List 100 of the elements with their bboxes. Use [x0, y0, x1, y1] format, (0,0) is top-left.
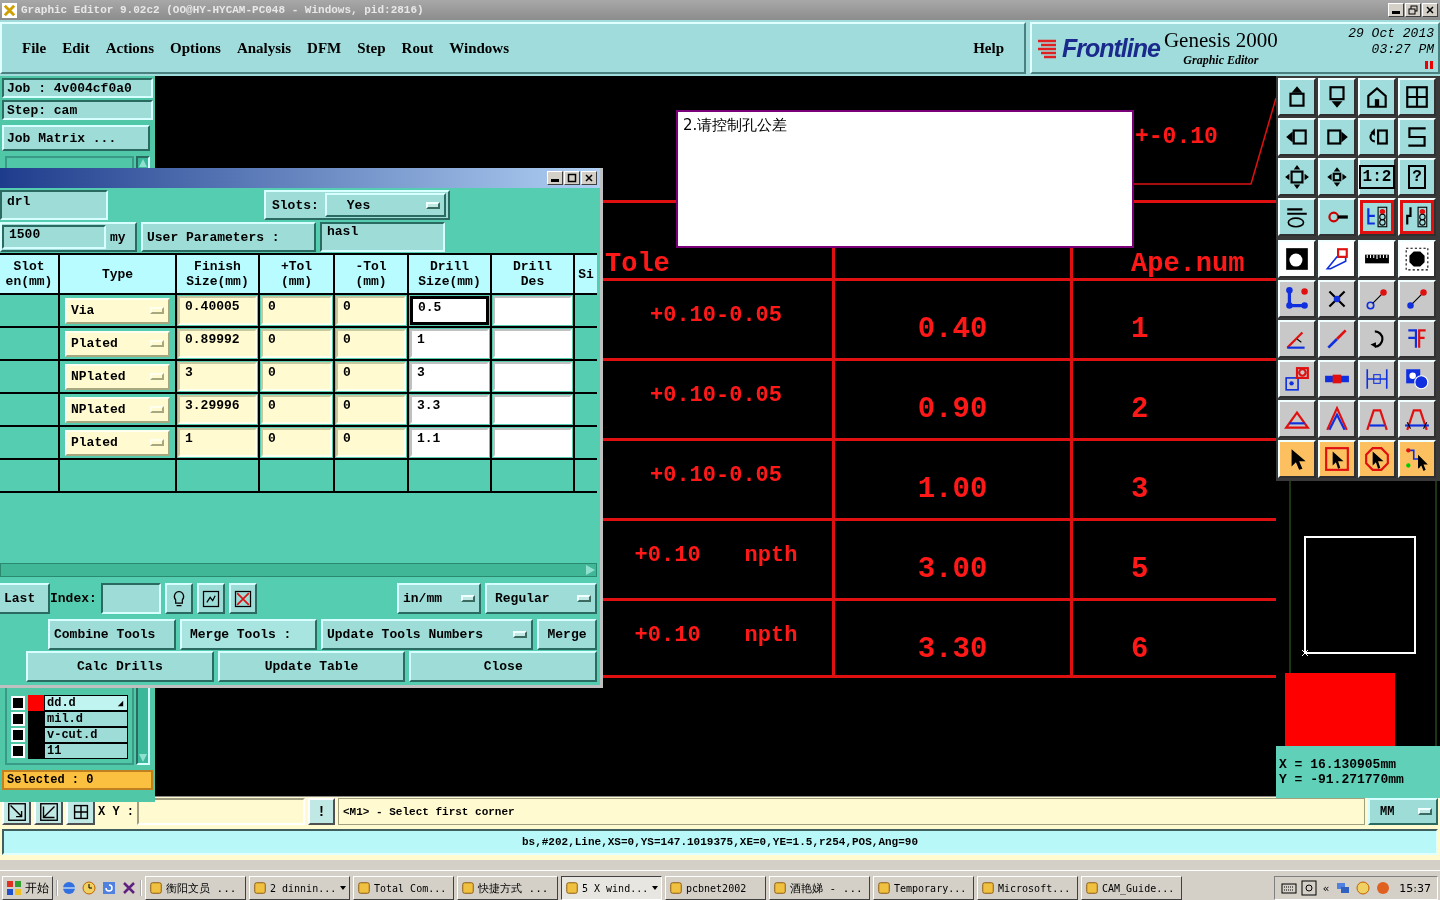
units-dropdown[interactable]: MM: [1368, 798, 1438, 825]
drill-description-field[interactable]: [493, 428, 572, 457]
menu-item[interactable]: Step: [349, 39, 394, 57]
finish-size-field[interactable]: 3.29996: [178, 395, 257, 424]
taskbar-button[interactable]: Total Com...: [353, 876, 454, 900]
x-icon[interactable]: [121, 880, 137, 896]
menu-item[interactable]: Windows: [441, 39, 517, 57]
tool-button[interactable]: [1278, 78, 1316, 116]
tool-button[interactable]: [1358, 78, 1396, 116]
close-button[interactable]: Close: [409, 651, 597, 682]
minus-tolerance-field[interactable]: 0: [336, 362, 406, 391]
refresh-icon[interactable]: [101, 880, 117, 896]
layer-checkbox[interactable]: [11, 744, 25, 758]
slots-dropdown[interactable]: Yes: [324, 193, 446, 217]
plus-tolerance-field[interactable]: 0: [261, 395, 332, 424]
drill-description-field[interactable]: [493, 362, 572, 391]
tool-button[interactable]: [1398, 280, 1436, 318]
minus-tolerance-field[interactable]: 0: [336, 428, 406, 457]
menu-item[interactable]: Actions: [97, 39, 162, 57]
minus-tolerance-field[interactable]: 0: [336, 329, 406, 358]
xy-input-field[interactable]: [137, 798, 305, 825]
tool-button[interactable]: [1358, 240, 1396, 278]
type-dropdown[interactable]: Plated: [65, 429, 170, 456]
menu-item[interactable]: Options: [162, 39, 229, 57]
tool-button[interactable]: [1318, 440, 1356, 478]
finish-size-field[interactable]: 1: [178, 428, 257, 457]
tool-button[interactable]: [1398, 78, 1436, 116]
finish-size-field[interactable]: 0.40005: [178, 296, 257, 325]
minus-tolerance-field[interactable]: 0: [336, 395, 406, 424]
taskbar-button[interactable]: 酒艳娣 - ...: [769, 876, 870, 900]
horizontal-scrollbar[interactable]: [0, 563, 597, 577]
finish-size-field[interactable]: 3: [178, 362, 257, 391]
index-field[interactable]: [100, 583, 161, 614]
globe-icon[interactable]: [61, 880, 77, 896]
tool-button[interactable]: [1398, 360, 1436, 398]
tool-button[interactable]: [1398, 118, 1436, 156]
drill-size-field[interactable]: 1: [410, 329, 489, 358]
menu-item[interactable]: Help: [965, 39, 1012, 57]
tool-button[interactable]: [1358, 360, 1396, 398]
tool-button[interactable]: ?: [1398, 158, 1436, 196]
layer-field[interactable]: drl: [0, 190, 108, 220]
tool-button[interactable]: [1398, 320, 1436, 358]
tool-button[interactable]: [1278, 400, 1316, 438]
units-dropdown[interactable]: in/mm: [397, 583, 481, 614]
restore-button[interactable]: [1405, 3, 1421, 17]
layer-item[interactable]: mil.d: [44, 711, 128, 727]
drill-description-field[interactable]: [493, 329, 572, 358]
merge-button[interactable]: Merge: [537, 619, 597, 650]
taskbar-button[interactable]: pcbnet2002: [665, 876, 766, 900]
last-button[interactable]: Last: [0, 583, 50, 614]
start-button[interactable]: 开始: [2, 876, 53, 900]
tool-button[interactable]: [1278, 118, 1316, 156]
menu-item[interactable]: Edit: [54, 39, 98, 57]
menu-item[interactable]: File: [14, 39, 55, 57]
tool-button[interactable]: [1398, 240, 1436, 278]
drill-description-field[interactable]: [493, 296, 572, 325]
layer-item[interactable]: 11: [44, 743, 128, 759]
tool-button[interactable]: [1398, 198, 1436, 236]
tool-button[interactable]: [196, 583, 225, 614]
tool-button[interactable]: [1278, 320, 1316, 358]
tool-button[interactable]: [1358, 440, 1396, 478]
close-button[interactable]: [1422, 3, 1438, 17]
menu-item[interactable]: Rout: [393, 39, 442, 57]
tool-button[interactable]: [1318, 240, 1356, 278]
tool-button[interactable]: [1358, 400, 1396, 438]
layer-item[interactable]: v-cut.d: [44, 727, 128, 743]
tool-button[interactable]: [1318, 78, 1356, 116]
tool-button[interactable]: [1318, 320, 1356, 358]
plus-tolerance-field[interactable]: 0: [261, 329, 332, 358]
menu-item[interactable]: DFM: [299, 39, 350, 57]
taskbar-button[interactable]: 2 dinnin...: [249, 876, 350, 900]
finish-size-field[interactable]: 0.89992: [178, 329, 257, 358]
type-dropdown[interactable]: Via: [65, 297, 170, 324]
taskbar-button[interactable]: Temporary...: [873, 876, 974, 900]
tool-button[interactable]: [1278, 240, 1316, 278]
tool-button[interactable]: [1278, 360, 1316, 398]
tool-button[interactable]: [1318, 360, 1356, 398]
tool-button[interactable]: [1278, 280, 1316, 318]
layer-checkbox[interactable]: [11, 712, 25, 726]
tool-button[interactable]: [1398, 440, 1436, 478]
user-parameters-button[interactable]: User Parameters :: [141, 222, 316, 252]
tool-button[interactable]: [1278, 440, 1316, 478]
minimize-button[interactable]: [547, 171, 563, 185]
alert-button[interactable]: !: [308, 798, 335, 825]
layer-item[interactable]: dd.d: [44, 695, 128, 711]
menu-item[interactable]: Analysis: [228, 39, 300, 57]
plus-tolerance-field[interactable]: 0: [261, 362, 332, 391]
drill-size-field[interactable]: 1.1: [410, 428, 489, 457]
drill-size-field[interactable]: 3: [410, 362, 489, 391]
taskbar-button[interactable]: Microsoft...: [977, 876, 1078, 900]
tool-button[interactable]: [1318, 400, 1356, 438]
type-dropdown[interactable]: Plated: [65, 330, 170, 357]
mode-dropdown[interactable]: Regular: [485, 583, 597, 614]
layer-checkbox[interactable]: [11, 728, 25, 742]
calc-drills-button[interactable]: Calc Drills: [26, 651, 214, 682]
type-dropdown[interactable]: NPlated: [65, 396, 170, 423]
drill-size-field[interactable]: 3.3: [410, 395, 489, 424]
plus-tolerance-field[interactable]: 0: [261, 428, 332, 457]
clock-icon[interactable]: [81, 880, 97, 896]
taskbar-button[interactable]: 衡阳文员 ...: [145, 876, 246, 900]
